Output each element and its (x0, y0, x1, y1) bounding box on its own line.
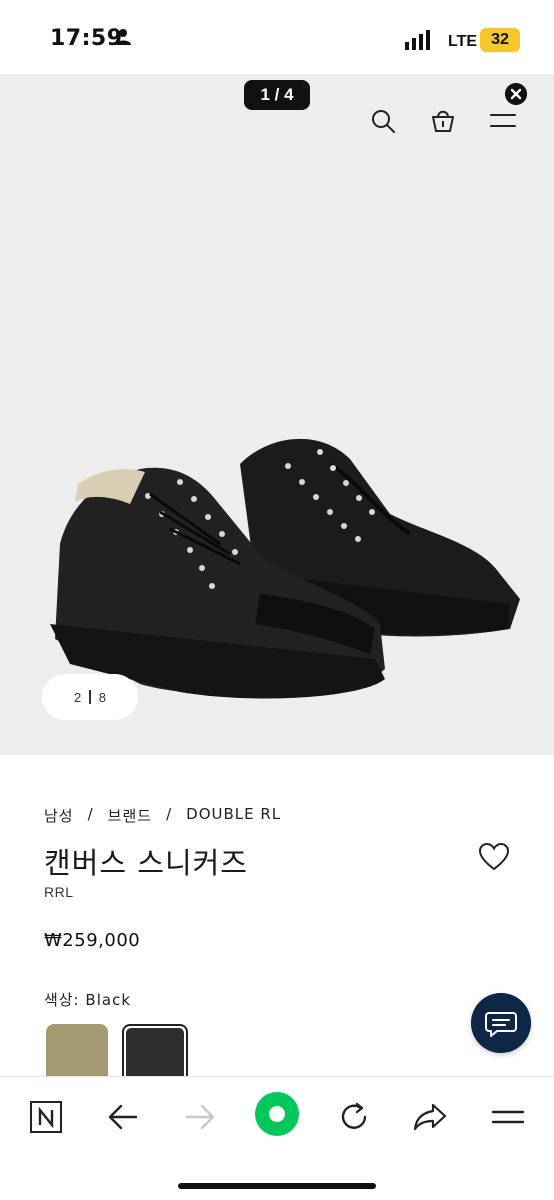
breadcrumb-item-men[interactable]: 남성 (44, 805, 74, 826)
color-swatch-black-selected[interactable] (122, 1024, 188, 1080)
network-label: LTE (448, 33, 478, 50)
person-icon (115, 29, 131, 45)
share-button[interactable] (410, 1097, 450, 1137)
menu-icon (491, 1110, 525, 1124)
status-time: 17:59 (50, 26, 123, 51)
naver-n-icon[interactable] (26, 1097, 66, 1137)
color-swatch-black (126, 1028, 184, 1078)
thumb-total: 8 (98, 689, 106, 705)
share-icon (413, 1103, 447, 1131)
home-indicator[interactable] (178, 1183, 376, 1189)
signal-icon (405, 30, 430, 50)
breadcrumb-item-brand[interactable]: 브랜드 (108, 805, 152, 826)
status-bar: 17:59 LTE 32 (0, 0, 554, 74)
sneaker-image (50, 438, 520, 699)
naver-n-icon (30, 1101, 62, 1133)
thumb-divider (89, 690, 91, 704)
menu-icon[interactable] (488, 106, 518, 136)
forward-arrow-icon (185, 1104, 215, 1130)
green-home-button[interactable] (254, 1091, 300, 1137)
product-brand[interactable]: RRL (44, 884, 74, 900)
reload-button[interactable] (334, 1097, 374, 1137)
shopping-bag-icon[interactable] (428, 106, 458, 136)
search-icon[interactable] (368, 106, 398, 136)
color-label: 색상: Black (44, 991, 132, 1009)
product-price: ₩259,000 (44, 930, 141, 951)
close-icon[interactable] (505, 83, 527, 105)
forward-button[interactable] (180, 1097, 220, 1137)
heart-icon[interactable] (478, 842, 510, 872)
back-button[interactable] (103, 1097, 143, 1137)
product-image-gallery[interactable]: 1 / 4 2 8 (0, 74, 554, 755)
thumb-index: 2 (74, 689, 82, 705)
browser-toolbar (0, 1076, 554, 1200)
product-title: 캔버스 스니커즈 (44, 846, 248, 880)
breadcrumb: 남성 / 브랜드 / DOUBLE RL (44, 805, 281, 826)
image-counter: 1 / 4 (244, 80, 310, 110)
back-arrow-icon (108, 1104, 138, 1130)
battery-indicator: 32 (480, 28, 520, 52)
reload-icon (341, 1102, 367, 1129)
breadcrumb-separator: / (166, 805, 173, 823)
menu-button[interactable] (488, 1097, 528, 1137)
breadcrumb-separator: / (87, 805, 94, 823)
breadcrumb-item-double-rl[interactable]: DOUBLE RL (186, 805, 281, 826)
thumbnail-pager[interactable]: 2 8 (42, 674, 138, 720)
chat-button[interactable] (471, 993, 531, 1053)
green-dot-icon (255, 1092, 299, 1136)
color-swatch-tan[interactable] (46, 1024, 108, 1080)
